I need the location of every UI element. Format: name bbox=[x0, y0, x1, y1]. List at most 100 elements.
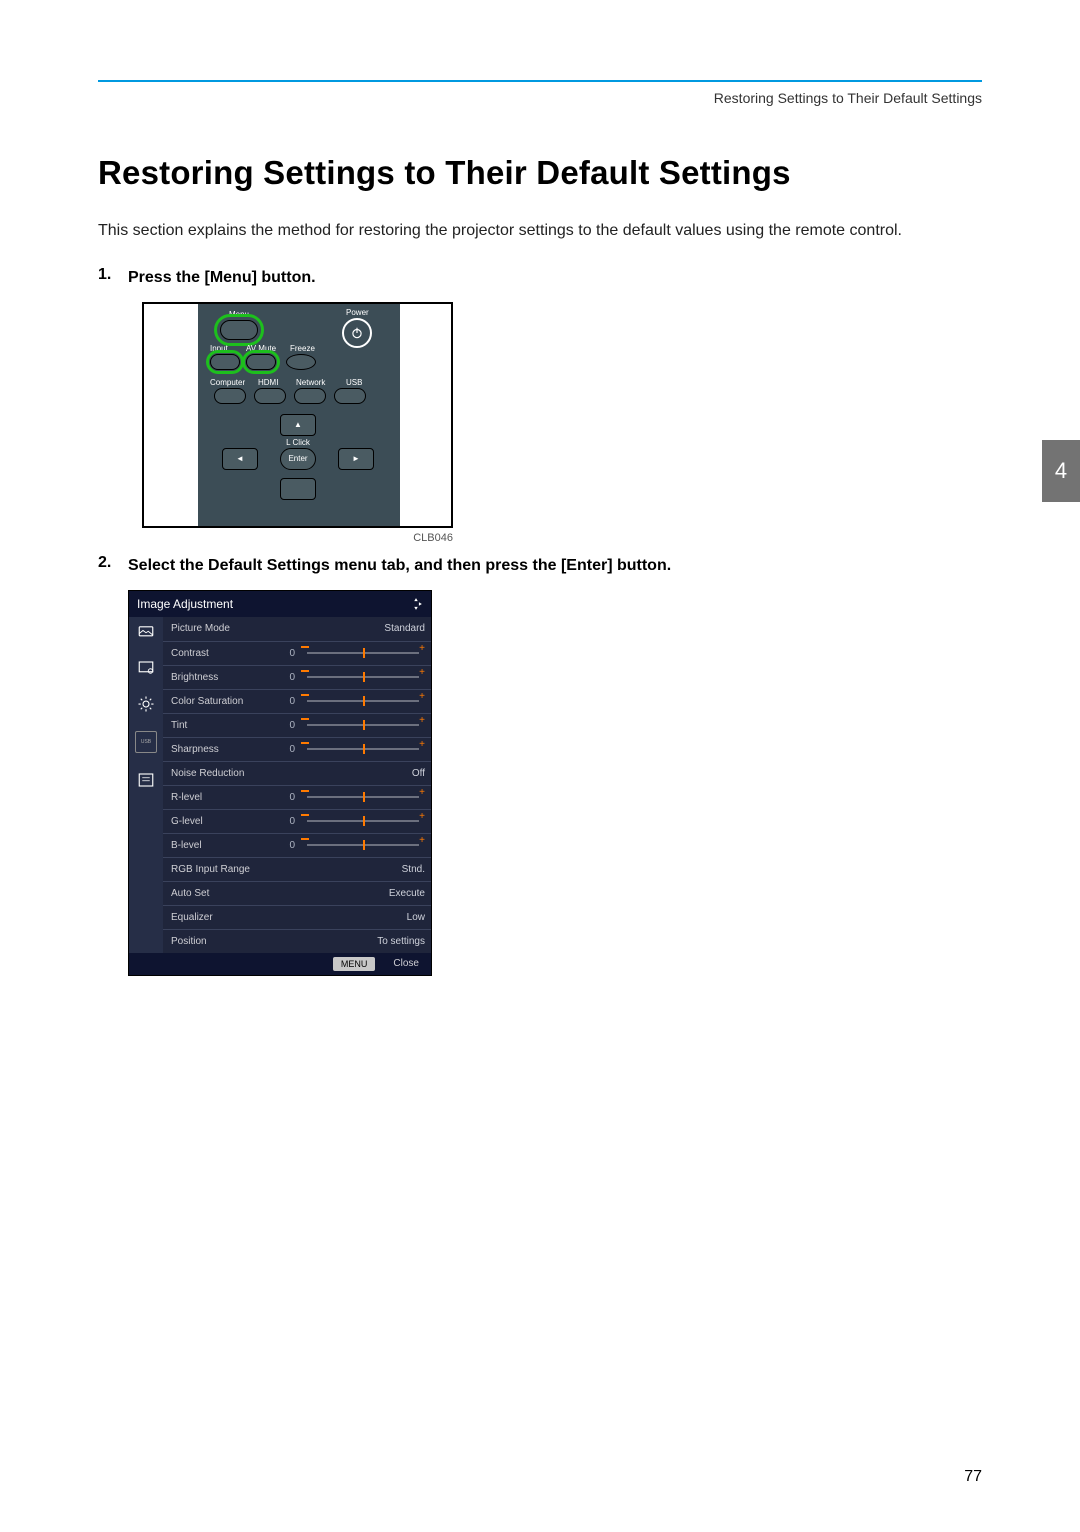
osd-row[interactable]: RGB Input RangeStnd. bbox=[163, 857, 431, 881]
osd-footer: MENU Close bbox=[129, 953, 431, 975]
power-label: Power bbox=[346, 308, 369, 317]
osd-row-name: Contrast bbox=[171, 648, 273, 659]
osd-row-value: Off bbox=[273, 768, 425, 779]
step-2-label: Select the Default Settings menu tab, an… bbox=[128, 554, 982, 578]
osd-row[interactable]: Sharpness0+ bbox=[163, 737, 431, 761]
osd-menu-button[interactable]: MENU bbox=[333, 957, 376, 971]
osd-row[interactable]: G-level0+ bbox=[163, 809, 431, 833]
osd-slider[interactable]: + bbox=[301, 744, 425, 754]
osd-row-name: B-level bbox=[171, 840, 273, 851]
osd-row[interactable]: PositionTo settings bbox=[163, 929, 431, 953]
osd-row[interactable]: Contrast0+ bbox=[163, 641, 431, 665]
lclick-label: L Click bbox=[280, 438, 316, 447]
header-text: Restoring Settings to Their Default Sett… bbox=[714, 90, 982, 106]
osd-row-value: Execute bbox=[273, 888, 425, 899]
osd-row-name: Sharpness bbox=[171, 744, 273, 755]
osd-slider[interactable]: + bbox=[301, 792, 425, 802]
osd-row-value: 0 bbox=[273, 840, 301, 851]
osd-rows: Picture ModeStandardContrast0+Brightness… bbox=[163, 617, 431, 953]
osd-row-value: 0 bbox=[273, 720, 301, 731]
osd-row-value: 0 bbox=[273, 696, 301, 707]
osd-row[interactable]: Noise ReductionOff bbox=[163, 761, 431, 785]
computer-button[interactable] bbox=[214, 388, 246, 404]
display-tab-icon[interactable] bbox=[137, 659, 155, 677]
default-tab-icon[interactable] bbox=[137, 771, 155, 789]
osd-row-value: 0 bbox=[273, 816, 301, 827]
osd-menu: Image Adjustment USB Pict bbox=[128, 590, 432, 976]
osd-title-text: Image Adjustment bbox=[137, 597, 233, 611]
usb-label: USB bbox=[346, 378, 362, 387]
remote-figure: Menu Input AV Mute Freeze bbox=[142, 302, 982, 528]
osd-slider[interactable]: + bbox=[301, 840, 425, 850]
highlight-ring-1 bbox=[214, 314, 264, 346]
osd-slider[interactable]: + bbox=[301, 672, 425, 682]
step-1: Press the [Menu] button. Menu Input AV M… bbox=[98, 266, 982, 544]
power-button[interactable] bbox=[342, 318, 372, 348]
osd-row-name: Noise Reduction bbox=[171, 768, 273, 779]
settings-tab-icon[interactable] bbox=[137, 695, 155, 713]
osd-row-name: Auto Set bbox=[171, 888, 273, 899]
osd-row-value: 0 bbox=[273, 792, 301, 803]
osd-row-name: Tint bbox=[171, 720, 273, 731]
computer-label: Computer bbox=[210, 378, 245, 387]
power-icon bbox=[350, 326, 364, 340]
figure-caption: CLB046 bbox=[142, 532, 453, 544]
remote-body: Menu Input AV Mute Freeze bbox=[198, 302, 400, 528]
network-button[interactable] bbox=[294, 388, 326, 404]
remote-frame: Menu Input AV Mute Freeze bbox=[142, 302, 453, 528]
network-label: Network bbox=[296, 378, 325, 387]
highlight-ring-3 bbox=[242, 350, 280, 374]
osd-row[interactable]: EqualizerLow bbox=[163, 905, 431, 929]
osd-title-bar: Image Adjustment bbox=[129, 591, 431, 617]
freeze-button[interactable] bbox=[286, 354, 316, 370]
osd-row-name: Brightness bbox=[171, 672, 273, 683]
osd-row-name: RGB Input Range bbox=[171, 864, 273, 875]
step-list: Press the [Menu] button. Menu Input AV M… bbox=[98, 266, 982, 976]
osd-row-value: 0 bbox=[273, 648, 301, 659]
page: Restoring Settings to Their Default Sett… bbox=[0, 0, 1080, 1532]
osd-row-name: R-level bbox=[171, 792, 273, 803]
osd-row-name: Position bbox=[171, 936, 273, 947]
osd-slider[interactable]: + bbox=[301, 648, 425, 658]
freeze-label: Freeze bbox=[290, 344, 315, 353]
nav-right[interactable]: ► bbox=[338, 448, 374, 470]
osd-row-name: G-level bbox=[171, 816, 273, 827]
nav-cross-icon bbox=[409, 597, 423, 611]
osd-slider[interactable]: + bbox=[301, 816, 425, 826]
page-number: 77 bbox=[964, 1468, 982, 1486]
osd-row[interactable]: Color Saturation0+ bbox=[163, 689, 431, 713]
enter-button[interactable]: Enter bbox=[280, 448, 316, 470]
osd-tab-strip: USB bbox=[129, 617, 163, 953]
intro-paragraph: This section explains the method for res… bbox=[98, 218, 982, 244]
osd-row[interactable]: R-level0+ bbox=[163, 785, 431, 809]
osd-row-value: 0 bbox=[273, 672, 301, 683]
osd-row-value: Low bbox=[273, 912, 425, 923]
nav-left[interactable]: ◄ bbox=[222, 448, 258, 470]
highlight-ring-2 bbox=[206, 350, 244, 374]
nav-down[interactable] bbox=[280, 478, 316, 500]
osd-row-value: Standard bbox=[273, 623, 425, 634]
nav-up[interactable]: ▲ bbox=[280, 414, 316, 436]
osd-row[interactable]: Picture ModeStandard bbox=[163, 617, 431, 641]
osd-slider[interactable]: + bbox=[301, 696, 425, 706]
osd-row-value: To settings bbox=[273, 936, 425, 947]
osd-slider[interactable]: + bbox=[301, 720, 425, 730]
osd-row[interactable]: B-level0+ bbox=[163, 833, 431, 857]
chapter-tab: 4 bbox=[1042, 440, 1080, 502]
usb-tab-icon[interactable]: USB bbox=[135, 731, 157, 753]
osd-row-value: Stnd. bbox=[273, 864, 425, 875]
step-2: Select the Default Settings menu tab, an… bbox=[98, 554, 982, 976]
osd-row-name: Picture Mode bbox=[171, 623, 273, 634]
usb-button[interactable] bbox=[334, 388, 366, 404]
osd-row-value: 0 bbox=[273, 744, 301, 755]
hdmi-label: HDMI bbox=[258, 378, 278, 387]
running-header: Restoring Settings to Their Default Sett… bbox=[98, 80, 982, 106]
osd-row-name: Color Saturation bbox=[171, 696, 273, 707]
osd-row[interactable]: Tint0+ bbox=[163, 713, 431, 737]
osd-row[interactable]: Auto SetExecute bbox=[163, 881, 431, 905]
osd-row[interactable]: Brightness0+ bbox=[163, 665, 431, 689]
image-tab-icon[interactable] bbox=[137, 623, 155, 641]
osd-close-label: Close bbox=[393, 958, 419, 969]
hdmi-button[interactable] bbox=[254, 388, 286, 404]
osd-row-name: Equalizer bbox=[171, 912, 273, 923]
